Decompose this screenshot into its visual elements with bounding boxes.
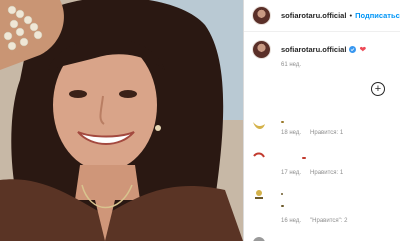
caption-emoji: ❤ (359, 44, 367, 54)
comment-text (281, 205, 284, 207)
comment-emoji-icon (253, 237, 265, 241)
header-username[interactable]: sofiarotaru.official (281, 11, 346, 20)
caption-avatar[interactable] (252, 40, 271, 59)
comment-avatar[interactable] (252, 188, 266, 202)
verified-badge-icon (349, 46, 357, 53)
comment-time: 16 нед. (281, 218, 302, 224)
comment-likes[interactable]: Нравится: 1 (310, 130, 343, 136)
comment-meta: 18 нед. Нравится: 1 (281, 130, 343, 136)
follow-button[interactable]: Подписаться (355, 11, 400, 20)
comment-text (302, 157, 306, 159)
avatar[interactable] (252, 6, 271, 25)
plus-circle-icon[interactable]: + (371, 82, 385, 96)
comment-text (281, 121, 284, 123)
caption-time: 61 нед. (281, 62, 302, 68)
comment-time: 18 нед. (281, 130, 302, 136)
comment-likes[interactable]: Нравится: 1 (310, 170, 343, 176)
comment-meta: 16 нед. "Нравится": 2 (281, 218, 347, 224)
caption-row: sofiarotaru.official ❤ (252, 40, 366, 59)
comment-avatar[interactable] (252, 236, 266, 241)
comment-time: 17 нед. (281, 170, 302, 176)
post-header: sofiarotaru.official • Подписаться (244, 0, 400, 32)
comment-meta: 17 нед. Нравится: 1 (281, 170, 343, 176)
comment-avatar[interactable] (252, 118, 266, 132)
comment-likes[interactable]: "Нравится": 2 (310, 218, 347, 224)
comment-emoji-icon (253, 152, 265, 158)
header-separator: • (349, 11, 353, 20)
post-sidebar: sofiarotaru.official • Подписаться sofia… (243, 0, 400, 241)
portrait-image (0, 0, 243, 241)
comment-emoji-icon (255, 190, 263, 199)
comment-text (281, 193, 283, 195)
comment-avatar[interactable] (252, 150, 266, 164)
comment-emoji-icon (253, 122, 265, 130)
caption-username[interactable]: sofiarotaru.official (281, 45, 346, 54)
post-photo[interactable] (0, 0, 243, 241)
